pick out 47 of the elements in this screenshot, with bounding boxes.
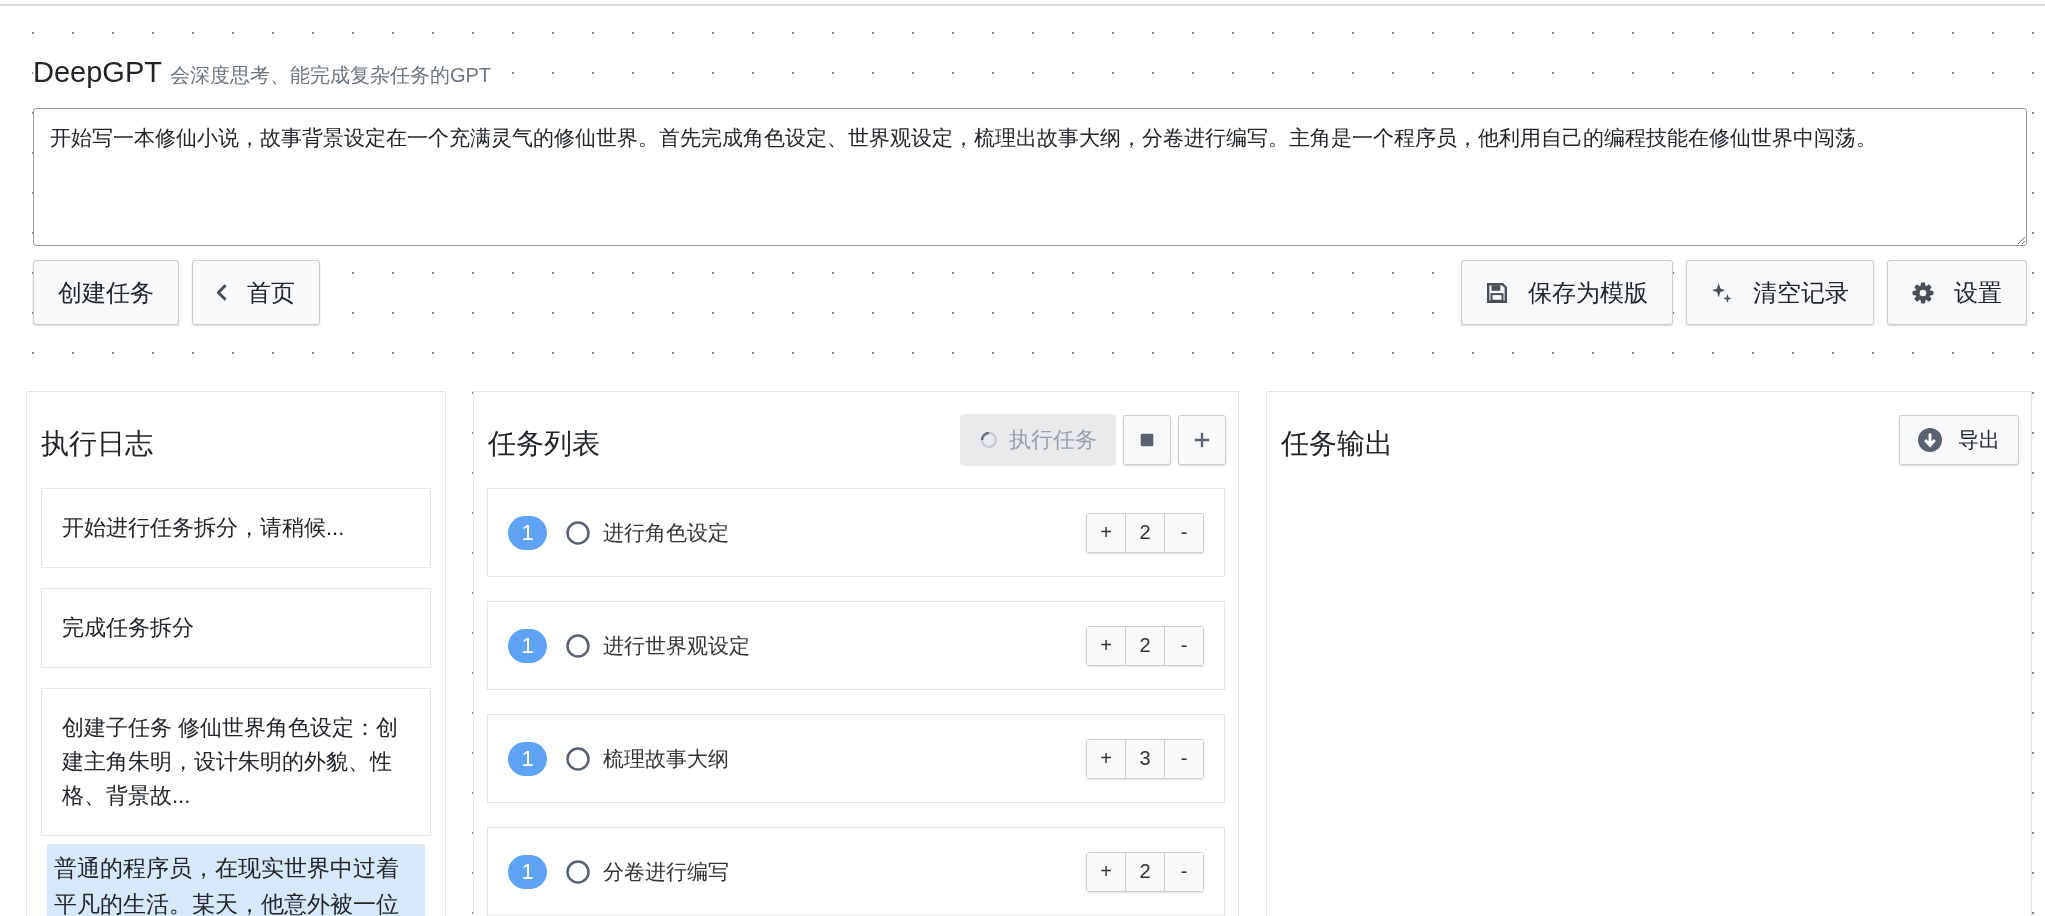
panel-title: 执行日志	[41, 427, 153, 461]
log-entry: 普通的程序员，在现实世界中过着平凡的生活。某天，他意外被一位	[47, 844, 425, 916]
task-checkbox[interactable]	[565, 858, 591, 885]
task-name: 梳理故事大纲	[603, 745, 730, 772]
chevron-left-icon	[217, 284, 227, 301]
panel-title: 任务输出	[1281, 427, 1393, 461]
task-number-badge: 1	[508, 741, 547, 776]
increment-button[interactable]: +	[1087, 852, 1125, 891]
increment-button[interactable]: +	[1087, 626, 1125, 665]
decrement-button[interactable]: -	[1165, 513, 1203, 552]
stop-icon	[1138, 431, 1156, 449]
home-button[interactable]: 首页	[192, 260, 320, 325]
create-task-button[interactable]: 创建任务	[33, 260, 179, 325]
prompt-field[interactable]: 开始写一本修仙小说，故事背景设定在一个充满灵气的修仙世界。首先完成角色设定、世界观设定，梳理出故事大纲，分卷进行编写。主角是一个程序员，他利用自己的编程技能在修仙世界中闯荡。	[33, 108, 2027, 246]
settings-icon	[1912, 281, 1934, 304]
count-value: 2	[1125, 626, 1165, 665]
count-value: 2	[1125, 852, 1165, 891]
plus-icon	[1193, 431, 1211, 449]
count-value: 3	[1125, 739, 1165, 778]
stop-button[interactable]	[1123, 415, 1171, 465]
task-checkbox[interactable]	[565, 632, 591, 659]
log-entry: 开始进行任务拆分，请稍候...	[41, 488, 431, 569]
increment-button[interactable]: +	[1087, 513, 1125, 552]
task-checkbox[interactable]	[565, 745, 591, 772]
count-value: 2	[1125, 513, 1165, 552]
download-icon	[1918, 428, 1942, 452]
task-name: 分卷进行编写	[603, 858, 730, 885]
task-number-badge: 1	[508, 854, 547, 889]
spinner-icon	[979, 430, 999, 450]
task-number-badge: 1	[508, 628, 547, 663]
task-number-badge: 1	[508, 515, 547, 550]
sparkle-icon	[1711, 281, 1733, 304]
decrement-button[interactable]: -	[1165, 739, 1203, 778]
clear-button[interactable]: 清空记录	[1686, 260, 1874, 325]
add-task-button[interactable]	[1178, 415, 1226, 465]
decrement-button[interactable]: -	[1165, 626, 1203, 665]
log-entry: 创建子任务 修仙世界角色设定：创建主角朱明，设计朱明的外貌、性格、背景故...	[41, 688, 431, 837]
settings-button[interactable]: 设置	[1887, 260, 2027, 325]
task-checkbox[interactable]	[565, 519, 591, 546]
task-name: 进行角色设定	[603, 519, 730, 546]
export-button[interactable]: 导出	[1899, 415, 2019, 465]
decrement-button[interactable]: -	[1165, 852, 1203, 891]
panel-title: 任务列表	[488, 427, 600, 461]
increment-button[interactable]: +	[1087, 739, 1125, 778]
task-name: 进行世界观设定	[603, 632, 751, 659]
save-template-button[interactable]: 保存为模版	[1461, 260, 1673, 325]
log-entry: 完成任务拆分	[41, 588, 431, 669]
